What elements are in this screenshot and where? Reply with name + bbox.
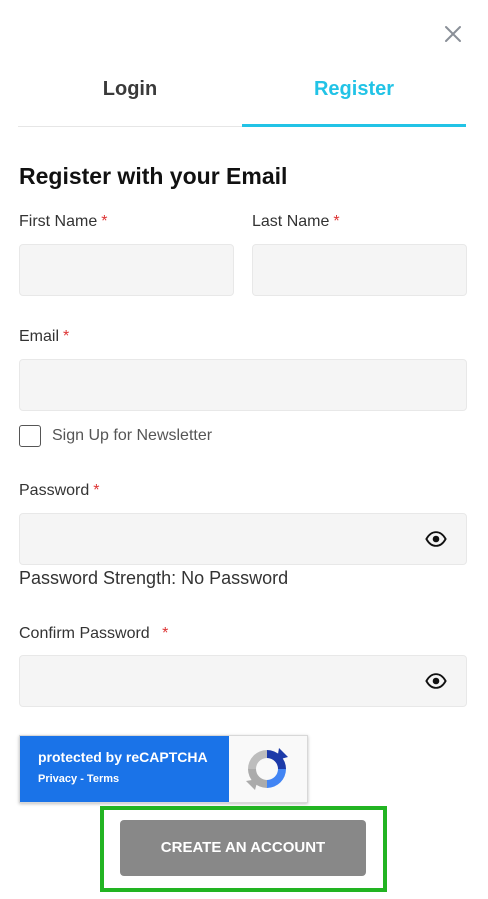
confirm-password-label-text: Confirm Password — [19, 625, 150, 642]
email-label: Email * — [19, 328, 69, 346]
eye-icon[interactable] — [425, 528, 447, 550]
last-name-field[interactable] — [252, 244, 467, 296]
recaptcha-badge[interactable]: protected by reCAPTCHA Privacy - Terms — [19, 735, 308, 803]
first-name-label-text: First Name — [19, 213, 98, 230]
recaptcha-panel: protected by reCAPTCHA Privacy - Terms — [20, 736, 229, 802]
auth-tabs: Login Register — [18, 74, 466, 127]
password-field[interactable] — [19, 513, 467, 565]
last-name-label-text: Last Name — [252, 213, 330, 230]
close-icon[interactable] — [441, 22, 465, 46]
recaptcha-title: protected by reCAPTCHA — [38, 749, 208, 765]
required-marker: * — [333, 213, 340, 230]
email-label-text: Email — [19, 328, 60, 345]
recaptcha-links[interactable]: Privacy - Terms — [38, 773, 119, 785]
first-name-field[interactable] — [19, 244, 234, 296]
required-marker: * — [162, 625, 169, 642]
newsletter-checkbox[interactable] — [19, 425, 41, 447]
last-name-label: Last Name * — [252, 213, 340, 231]
first-name-label: First Name * — [19, 213, 107, 231]
tab-register[interactable]: Register — [242, 74, 466, 127]
tab-login[interactable]: Login — [18, 74, 242, 126]
password-strength: Password Strength: No Password — [19, 568, 289, 588]
newsletter-label[interactable]: Sign Up for Newsletter — [52, 427, 212, 445]
recaptcha-logo-icon — [242, 744, 292, 794]
password-label-text: Password — [19, 482, 90, 499]
confirm-password-field[interactable] — [19, 655, 467, 707]
email-field[interactable] — [19, 359, 467, 411]
page-title: Register with your Email — [19, 163, 288, 189]
eye-icon[interactable] — [425, 670, 447, 692]
required-marker: * — [101, 213, 108, 230]
required-marker: * — [93, 482, 100, 499]
required-marker: * — [63, 328, 70, 345]
create-account-button[interactable]: CREATE AN ACCOUNT — [120, 820, 366, 876]
password-label: Password * — [19, 482, 99, 500]
confirm-password-label: Confirm Password * — [19, 625, 168, 643]
